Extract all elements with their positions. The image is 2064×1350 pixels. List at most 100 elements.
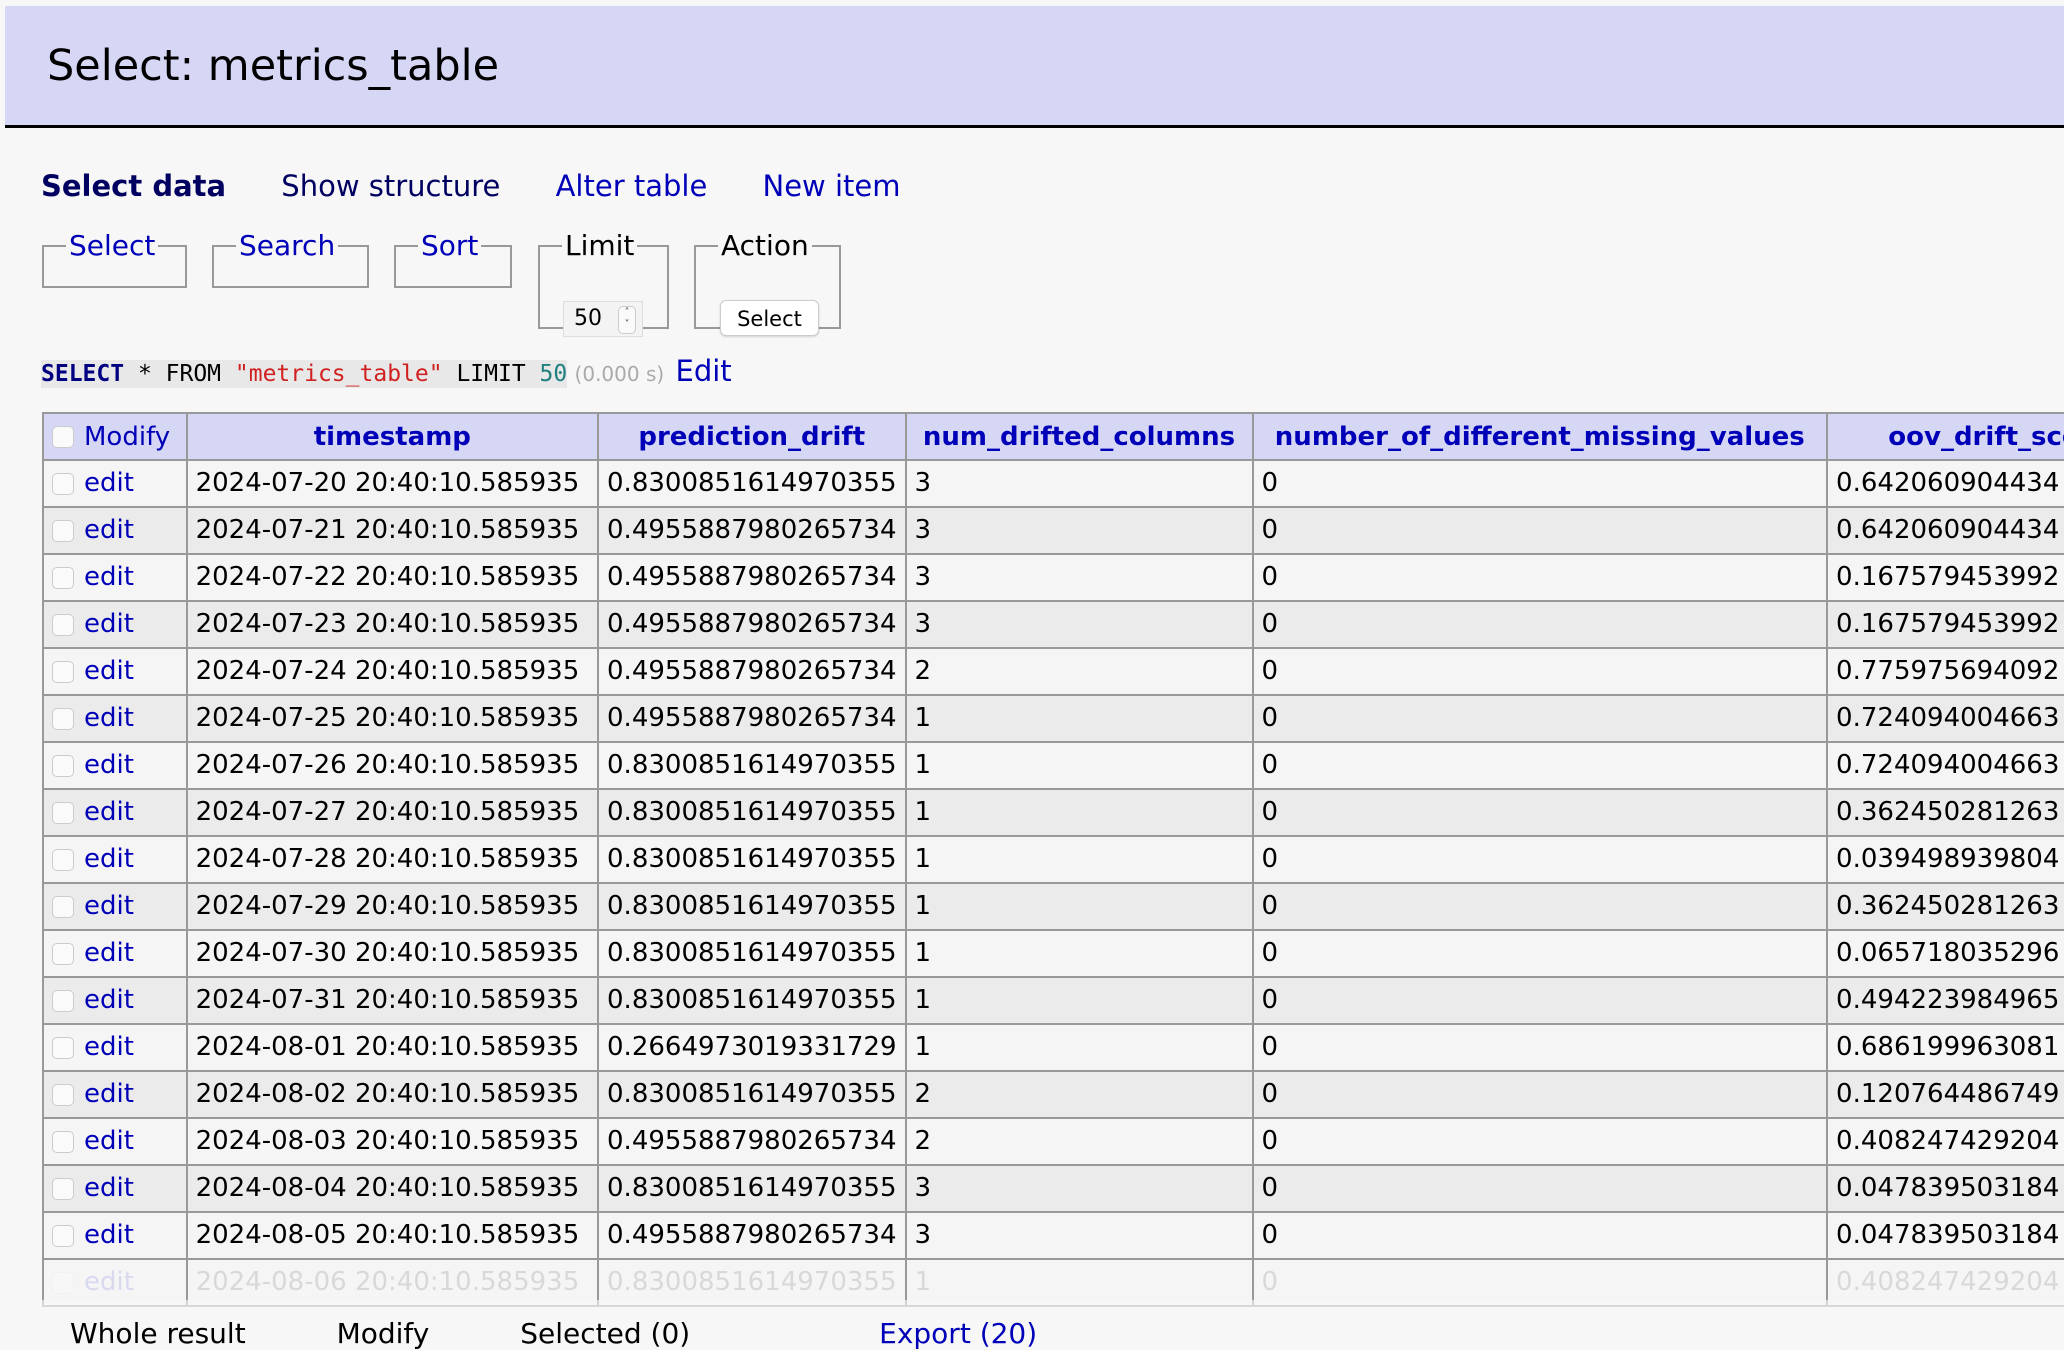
column-header-oov-drift-score[interactable]: oov_drift_sco <box>1826 412 2064 461</box>
cell-timestamp: 2024-07-26 20:40:10.585935 <box>185 741 600 790</box>
row-edit-link[interactable]: edit <box>84 844 134 874</box>
row-checkbox[interactable] <box>52 754 74 777</box>
row-edit-link[interactable]: edit <box>84 1032 134 1062</box>
cell-oov-drift-score: 0.724094004663 <box>1826 741 2064 790</box>
row-edit-link[interactable]: edit <box>84 562 134 592</box>
table-nav: Select data Show structure Alter table N… <box>41 166 947 206</box>
row-edit-link[interactable]: edit <box>84 1220 134 1250</box>
select-toggle[interactable]: Select <box>66 230 158 262</box>
cell-timestamp: 2024-07-23 20:40:10.585935 <box>185 600 600 649</box>
column-header-link[interactable]: timestamp <box>314 422 471 452</box>
sql-query-line: SELECT * FROM "metrics_table" LIMIT 50 (… <box>41 355 732 390</box>
row-edit-link[interactable]: edit <box>84 938 134 968</box>
spinner-down-icon[interactable]: ˅ <box>619 319 635 331</box>
row-checkbox[interactable] <box>52 848 74 871</box>
cell-num-drifted-columns: 1 <box>904 882 1254 931</box>
row-select-cell: edit <box>42 1023 188 1072</box>
row-edit-link[interactable]: edit <box>84 891 134 921</box>
row-edit-link[interactable]: edit <box>84 797 134 827</box>
cell-num-drifted-columns: 1 <box>904 1023 1254 1072</box>
row-edit-link[interactable]: edit <box>84 656 134 686</box>
cell-oov-drift-score: 0.642060904434 <box>1826 459 2064 508</box>
row-edit-link[interactable]: edit <box>84 1079 134 1109</box>
nav-alter-table[interactable]: Alter table <box>556 169 708 203</box>
row-edit-link[interactable]: edit <box>84 515 134 545</box>
column-header-timestamp[interactable]: timestamp <box>185 412 600 461</box>
row-checkbox[interactable] <box>52 707 74 730</box>
select-fieldset: Select <box>42 230 187 288</box>
column-header-link[interactable]: num_drifted_columns <box>923 422 1235 452</box>
row-select-cell: edit <box>42 741 188 790</box>
cell-number-of-different-missing-values: 0 <box>1251 1070 1829 1119</box>
row-checkbox[interactable] <box>52 519 74 542</box>
column-header-link[interactable]: number_of_different_missing_values <box>1275 422 1805 452</box>
cell-timestamp: 2024-08-05 20:40:10.585935 <box>185 1211 600 1260</box>
row-edit-link[interactable]: edit <box>84 1126 134 1156</box>
row-checkbox[interactable] <box>52 801 74 824</box>
cell-number-of-different-missing-values: 0 <box>1251 694 1829 743</box>
row-edit-link[interactable]: edit <box>84 609 134 639</box>
row-checkbox[interactable] <box>52 566 74 589</box>
row-checkbox[interactable] <box>52 1224 74 1247</box>
export-link[interactable]: Export (20) <box>879 1317 1037 1350</box>
select-all-checkbox[interactable] <box>52 426 74 448</box>
cell-timestamp: 2024-07-24 20:40:10.585935 <box>185 647 600 696</box>
cell-timestamp: 2024-07-28 20:40:10.585935 <box>185 835 600 884</box>
table-row: edit 2024-07-20 20:40:10.585935 0.83008516… <box>42 459 2064 508</box>
page-header: Select: metrics_table <box>5 6 2064 128</box>
results-table-wrap: Modify timestamp prediction_drift num_dr… <box>42 412 2064 1307</box>
nav-new-item[interactable]: New item <box>763 169 901 203</box>
column-header-link[interactable]: oov_drift_sco <box>1888 422 2064 452</box>
modify-header: Modify <box>42 412 188 461</box>
limit-input[interactable]: 50 ˄ ˅ <box>563 301 643 337</box>
row-edit-link[interactable]: edit <box>84 1173 134 1203</box>
table-row: edit 2024-07-27 20:40:10.585935 0.83008516… <box>42 788 2064 837</box>
row-checkbox[interactable] <box>52 472 74 495</box>
select-button[interactable]: Select <box>720 300 819 336</box>
action-fieldset: Action Select <box>694 230 841 336</box>
modify-header-link[interactable]: Modify <box>84 422 170 452</box>
spinner-up-icon[interactable]: ˄ <box>619 307 635 319</box>
row-select-cell: edit <box>42 788 188 837</box>
row-edit-link[interactable]: edit <box>84 750 134 780</box>
row-checkbox[interactable] <box>52 1083 74 1106</box>
row-edit-link[interactable]: edit <box>84 468 134 498</box>
search-toggle[interactable]: Search <box>236 230 338 262</box>
row-checkbox[interactable] <box>52 613 74 636</box>
column-header-number-of-different-missing-values[interactable]: number_of_different_missing_values <box>1251 412 1829 461</box>
cell-oov-drift-score: 0.408247429204 <box>1826 1258 2064 1307</box>
cell-oov-drift-score: 0.167579453992 <box>1826 553 2064 602</box>
cell-number-of-different-missing-values: 0 <box>1251 506 1829 555</box>
row-checkbox[interactable] <box>52 1271 74 1294</box>
row-checkbox[interactable] <box>52 989 74 1012</box>
cell-oov-drift-score: 0.362450281263 <box>1826 882 2064 931</box>
cell-num-drifted-columns: 3 <box>904 600 1254 649</box>
limit-spinner[interactable]: ˄ ˅ <box>618 306 636 334</box>
row-checkbox[interactable] <box>52 1130 74 1153</box>
column-header-num-drifted-columns[interactable]: num_drifted_columns <box>904 412 1254 461</box>
row-edit-link[interactable]: edit <box>84 985 134 1015</box>
sql-query: SELECT * FROM "metrics_table" LIMIT 50 <box>41 360 568 388</box>
row-select-cell: edit <box>42 882 188 931</box>
edit-query-link[interactable]: Edit <box>676 354 732 388</box>
row-checkbox[interactable] <box>52 895 74 918</box>
row-select-cell: edit <box>42 976 188 1025</box>
nav-select-data: Select data <box>41 169 227 203</box>
whole-result-label: Whole result <box>70 1317 246 1350</box>
cell-num-drifted-columns: 1 <box>904 741 1254 790</box>
cell-timestamp: 2024-07-31 20:40:10.585935 <box>185 976 600 1025</box>
column-header-prediction-drift[interactable]: prediction_drift <box>597 412 907 461</box>
column-header-link[interactable]: prediction_drift <box>638 422 865 452</box>
cell-prediction-drift: 0.8300851614970355 <box>597 741 907 790</box>
sort-toggle[interactable]: Sort <box>418 230 481 262</box>
row-checkbox[interactable] <box>52 1177 74 1200</box>
row-checkbox[interactable] <box>52 1036 74 1059</box>
row-checkbox[interactable] <box>52 942 74 965</box>
results-table: Modify timestamp prediction_drift num_dr… <box>42 412 2064 1307</box>
cell-num-drifted-columns: 3 <box>904 1164 1254 1213</box>
row-checkbox[interactable] <box>52 660 74 683</box>
nav-show-structure[interactable]: Show structure <box>281 169 500 203</box>
row-edit-link[interactable]: edit <box>84 703 134 733</box>
row-edit-link[interactable]: edit <box>84 1267 134 1297</box>
cell-num-drifted-columns: 1 <box>904 976 1254 1025</box>
